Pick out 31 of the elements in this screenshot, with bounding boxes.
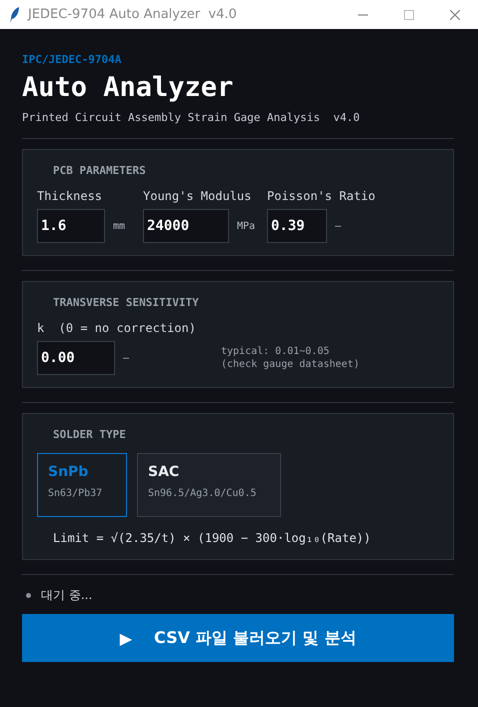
field-label: Poisson's Ratio [267, 189, 376, 203]
formula-text: Limit = √(2.35/t) × (1900 − 300·log₁₀(Rate)) [53, 531, 372, 545]
unit-label: — [335, 220, 342, 232]
option-name: SnPb [48, 464, 90, 480]
analyze-button[interactable]: ▶ CSV 파일 불러오기 및 분석 [22, 614, 454, 662]
section-heading: PCB PARAMETERS [53, 164, 147, 177]
unit-label: mm [113, 220, 126, 232]
field-label: Young's Modulus [143, 189, 252, 203]
input-field[interactable]: 0.00 [37, 341, 115, 375]
option-composition: Sn63/Pb37 [48, 488, 104, 499]
unit-label: MPa [237, 220, 256, 232]
solder-option[interactable]: SAC Sn96.5/Ag3.0/Cu0.5 [137, 453, 281, 517]
app-subtitle: Printed Circuit Assembly Strain Gage Analysis v4.0 [22, 111, 361, 124]
section-heading: TRANSVERSE SENSITIVITY [53, 296, 200, 309]
input-field[interactable]: 0.39 [267, 209, 327, 243]
solder-option[interactable]: SnPb Sn63/Pb37 [37, 453, 127, 517]
option-composition: Sn96.5/Ag3.0/Cu0.5 [148, 488, 258, 499]
option-name: SAC [148, 464, 180, 480]
input-field[interactable]: 1.6 [37, 209, 105, 243]
unit-label: — [123, 352, 130, 364]
standard-label: IPC/JEDEC-9704A [22, 53, 122, 66]
status-text: 대기 중... [41, 587, 92, 604]
field-label: k (0 = no correction) [37, 321, 197, 335]
input-field[interactable]: 24000 [143, 209, 229, 243]
close-icon[interactable] [450, 10, 460, 20]
feather-icon [10, 6, 20, 22]
field-label: Thickness [37, 189, 104, 203]
hint-text: typical: 0.01~0.05 (check gauge datasheet) [221, 345, 360, 371]
app-title: Auto Analyzer [22, 72, 234, 103]
section-heading: SOLDER TYPE [53, 428, 127, 441]
window-title: JEDEC-9704 Auto Analyzer v4.0 [28, 7, 238, 22]
